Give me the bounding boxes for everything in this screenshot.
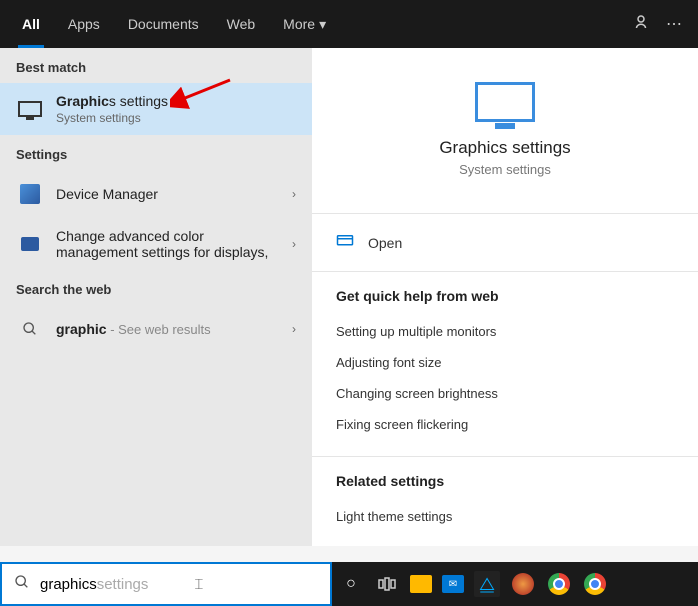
text-cursor-icon: ⌶ [194, 576, 203, 593]
link-light-theme[interactable]: Light theme settings [336, 501, 674, 532]
results-panel: Best match Graphics settings System sett… [0, 48, 312, 546]
link-brightness[interactable]: Changing screen brightness [336, 378, 674, 409]
link-font-size[interactable]: Adjusting font size [336, 347, 674, 378]
feedback-icon[interactable] [632, 13, 650, 36]
search-header-tabs: All Apps Documents Web More ▾ ⋯ [0, 0, 698, 48]
search-input[interactable]: graphics settings ⌶ [0, 562, 332, 606]
search-icon [16, 315, 44, 343]
monitor-large-icon [336, 82, 674, 122]
chevron-down-icon: ▾ [319, 16, 326, 33]
section-best-match: Best match [0, 48, 312, 83]
result-device-manager[interactable]: Device Manager › [0, 170, 312, 218]
tab-apps[interactable]: Apps [54, 0, 114, 48]
open-icon [336, 234, 356, 251]
related-header: Related settings [336, 473, 674, 489]
section-settings: Settings [0, 135, 312, 170]
tab-more[interactable]: More ▾ [269, 0, 340, 48]
chevron-right-icon: › [292, 237, 296, 251]
tab-web[interactable]: Web [213, 0, 270, 48]
device-manager-icon [16, 180, 44, 208]
quick-help-header: Get quick help from web [336, 288, 674, 304]
task-view-icon[interactable] [374, 571, 400, 597]
monitor-icon [16, 95, 44, 123]
explorer-icon[interactable] [410, 575, 432, 593]
detail-title: Graphics settings [336, 138, 674, 158]
tab-documents[interactable]: Documents [114, 0, 213, 48]
chrome-icon[interactable] [546, 571, 572, 597]
detail-panel: Graphics settings System settings Open G… [312, 48, 698, 546]
chrome-icon-2[interactable] [582, 571, 608, 597]
chevron-right-icon: › [292, 187, 296, 201]
mail-icon[interactable]: ✉ [442, 575, 464, 593]
section-search-web: Search the web [0, 270, 312, 305]
result-web-search[interactable]: graphic - See web results › [0, 305, 312, 353]
more-options-icon[interactable]: ⋯ [666, 14, 682, 34]
chevron-right-icon: › [292, 322, 296, 336]
result-graphics-settings[interactable]: Graphics settings System settings [0, 83, 312, 135]
link-monitors[interactable]: Setting up multiple monitors [336, 316, 674, 347]
open-action[interactable]: Open [336, 230, 674, 255]
taskbar: ○ ✉ ⧋ [332, 562, 698, 606]
result-color-management[interactable]: Change advanced color management setting… [0, 218, 312, 270]
tab-all[interactable]: All [8, 0, 54, 48]
cortana-icon[interactable]: ○ [338, 571, 364, 597]
predator-icon[interactable]: ⧋ [474, 571, 500, 597]
link-flickering[interactable]: Fixing screen flickering [336, 409, 674, 440]
color-mgmt-icon [16, 230, 44, 258]
detail-subtitle: System settings [336, 162, 674, 177]
search-icon [14, 574, 30, 595]
app-icon[interactable] [510, 571, 536, 597]
